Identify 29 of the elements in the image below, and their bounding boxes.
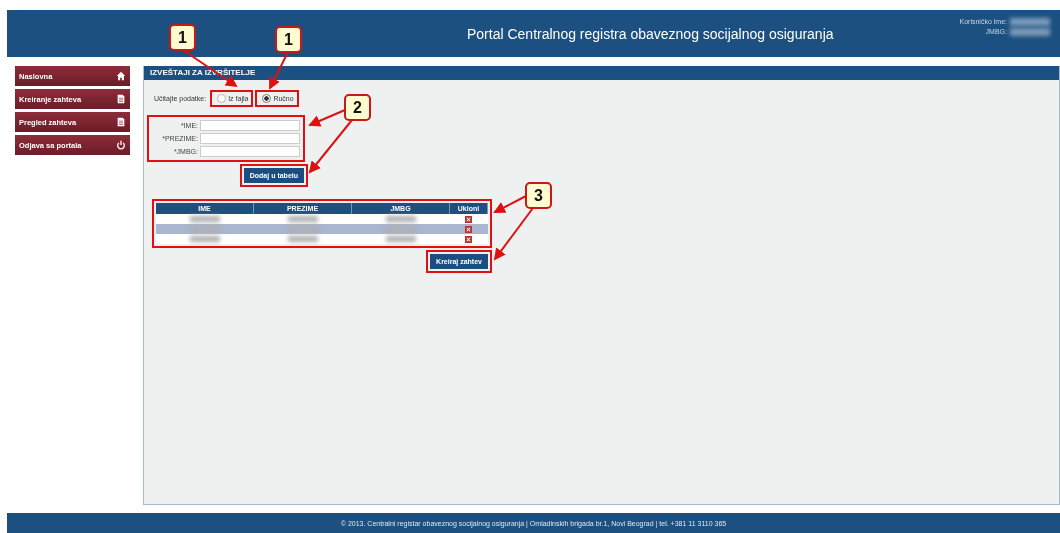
redacted-cell <box>189 235 220 242</box>
radio-button[interactable] <box>262 94 272 103</box>
redacted-cell <box>385 225 416 232</box>
redacted-cell <box>287 235 318 242</box>
redacted-cell <box>385 215 416 222</box>
remove-icon[interactable] <box>465 235 472 243</box>
redacted-value <box>1010 27 1050 36</box>
callout-arrow <box>493 195 534 261</box>
redacted-cell <box>189 225 220 232</box>
power-icon <box>116 140 126 150</box>
input-field[interactable] <box>200 133 300 144</box>
document-icon <box>116 117 126 127</box>
callout-badge: 3 <box>525 182 552 209</box>
input-field[interactable] <box>200 146 300 157</box>
callout-badge: 2 <box>344 94 371 121</box>
redacted-cell <box>287 215 318 222</box>
remove-icon[interactable] <box>465 215 472 223</box>
remove-icon[interactable] <box>465 225 472 233</box>
callout-badge: 1 <box>275 26 302 53</box>
redacted-value <box>1010 17 1050 26</box>
redacted-cell <box>287 225 318 232</box>
redacted-cell <box>385 235 416 242</box>
document-icon <box>116 94 126 104</box>
radio-button[interactable] <box>217 94 227 103</box>
input-field[interactable] <box>200 120 300 131</box>
home-icon <box>116 71 126 81</box>
callout-badge: 1 <box>169 24 196 51</box>
portal-title: Portal Centralnog registra obaveznog socijalnog osiguranja <box>467 25 834 42</box>
redacted-cell <box>189 215 220 222</box>
